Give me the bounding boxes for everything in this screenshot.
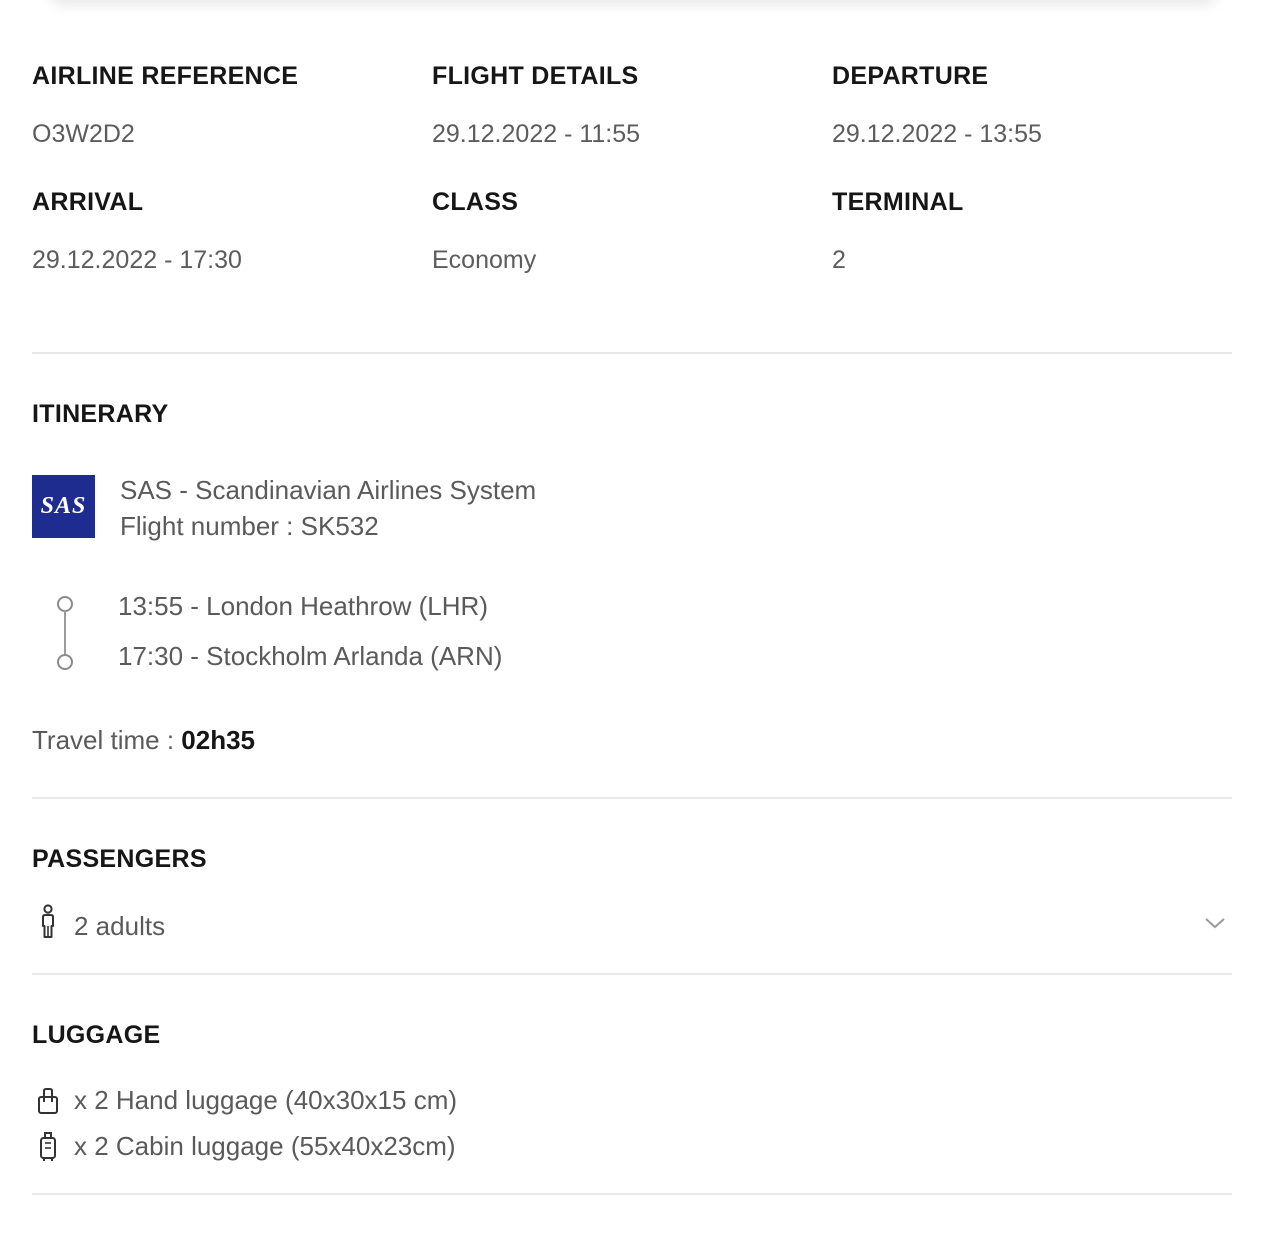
flight-details-value: 29.12.2022 - 11:55 [432,120,641,148]
terminal-label: TERMINAL [832,188,964,216]
travel-time-value: 02h35 [181,725,256,755]
arrival-value: 29.12.2022 - 17:30 [32,246,242,274]
hand-luggage-icon [38,1088,58,1114]
airline-reference: AIRLINE REFERENCE O3W2D2 [32,58,422,152]
flight-number: Flight number : SK532 [120,511,379,541]
class-label: CLASS [432,188,519,216]
divider [32,352,1232,354]
person-icon [42,904,54,938]
passengers-toggle[interactable]: 2 adults [32,900,1232,952]
flight-details-label: FLIGHT DETAILS [432,62,639,90]
travel-time-label: Travel time : [32,725,182,755]
itinerary-title: ITINERARY [32,400,169,428]
divider [32,797,1232,799]
arrival-dot-icon [57,654,73,670]
sas-logo: SAS [32,475,95,538]
divider [32,973,1232,975]
class: CLASS Economy [432,184,822,278]
luggage-item: x 2 Cabin luggage (55x40x23cm) [74,1131,456,1161]
arrival: ARRIVAL 29.12.2022 - 17:30 [32,184,422,278]
flight-details: FLIGHT DETAILS 29.12.2022 - 11:55 [432,58,822,152]
class-value: Economy [432,246,537,274]
departure-stop: 13:55 - London Heathrow (LHR) [118,591,488,621]
cabin-luggage-icon [40,1132,56,1161]
arrival-label: ARRIVAL [32,188,144,216]
sas-logo-text: SAS [40,493,87,519]
departure-label: DEPARTURE [832,62,989,90]
airline-reference-label: AIRLINE REFERENCE [32,62,299,90]
departure-value: 29.12.2022 - 13:55 [832,120,1042,148]
terminal-value: 2 [832,246,846,274]
chevron-down-icon[interactable] [1204,912,1226,934]
passengers-summary: 2 adults [74,911,166,941]
airline-name: SAS - Scandinavian Airlines System [120,475,537,505]
luggage-item: x 2 Hand luggage (40x30x15 cm) [74,1085,458,1115]
luggage-title: LUGGAGE [32,1021,161,1049]
arrival-stop: 17:30 - Stockholm Arlanda (ARN) [118,641,503,671]
travel-time: Travel time : 02h35 [32,722,255,758]
divider [32,1193,1232,1195]
airline-reference-value: O3W2D2 [32,120,135,148]
route-line [64,610,66,654]
passengers-title: PASSENGERS [32,845,207,873]
terminal: TERMINAL 2 [832,184,1222,278]
departure: DEPARTURE 29.12.2022 - 13:55 [832,58,1222,152]
